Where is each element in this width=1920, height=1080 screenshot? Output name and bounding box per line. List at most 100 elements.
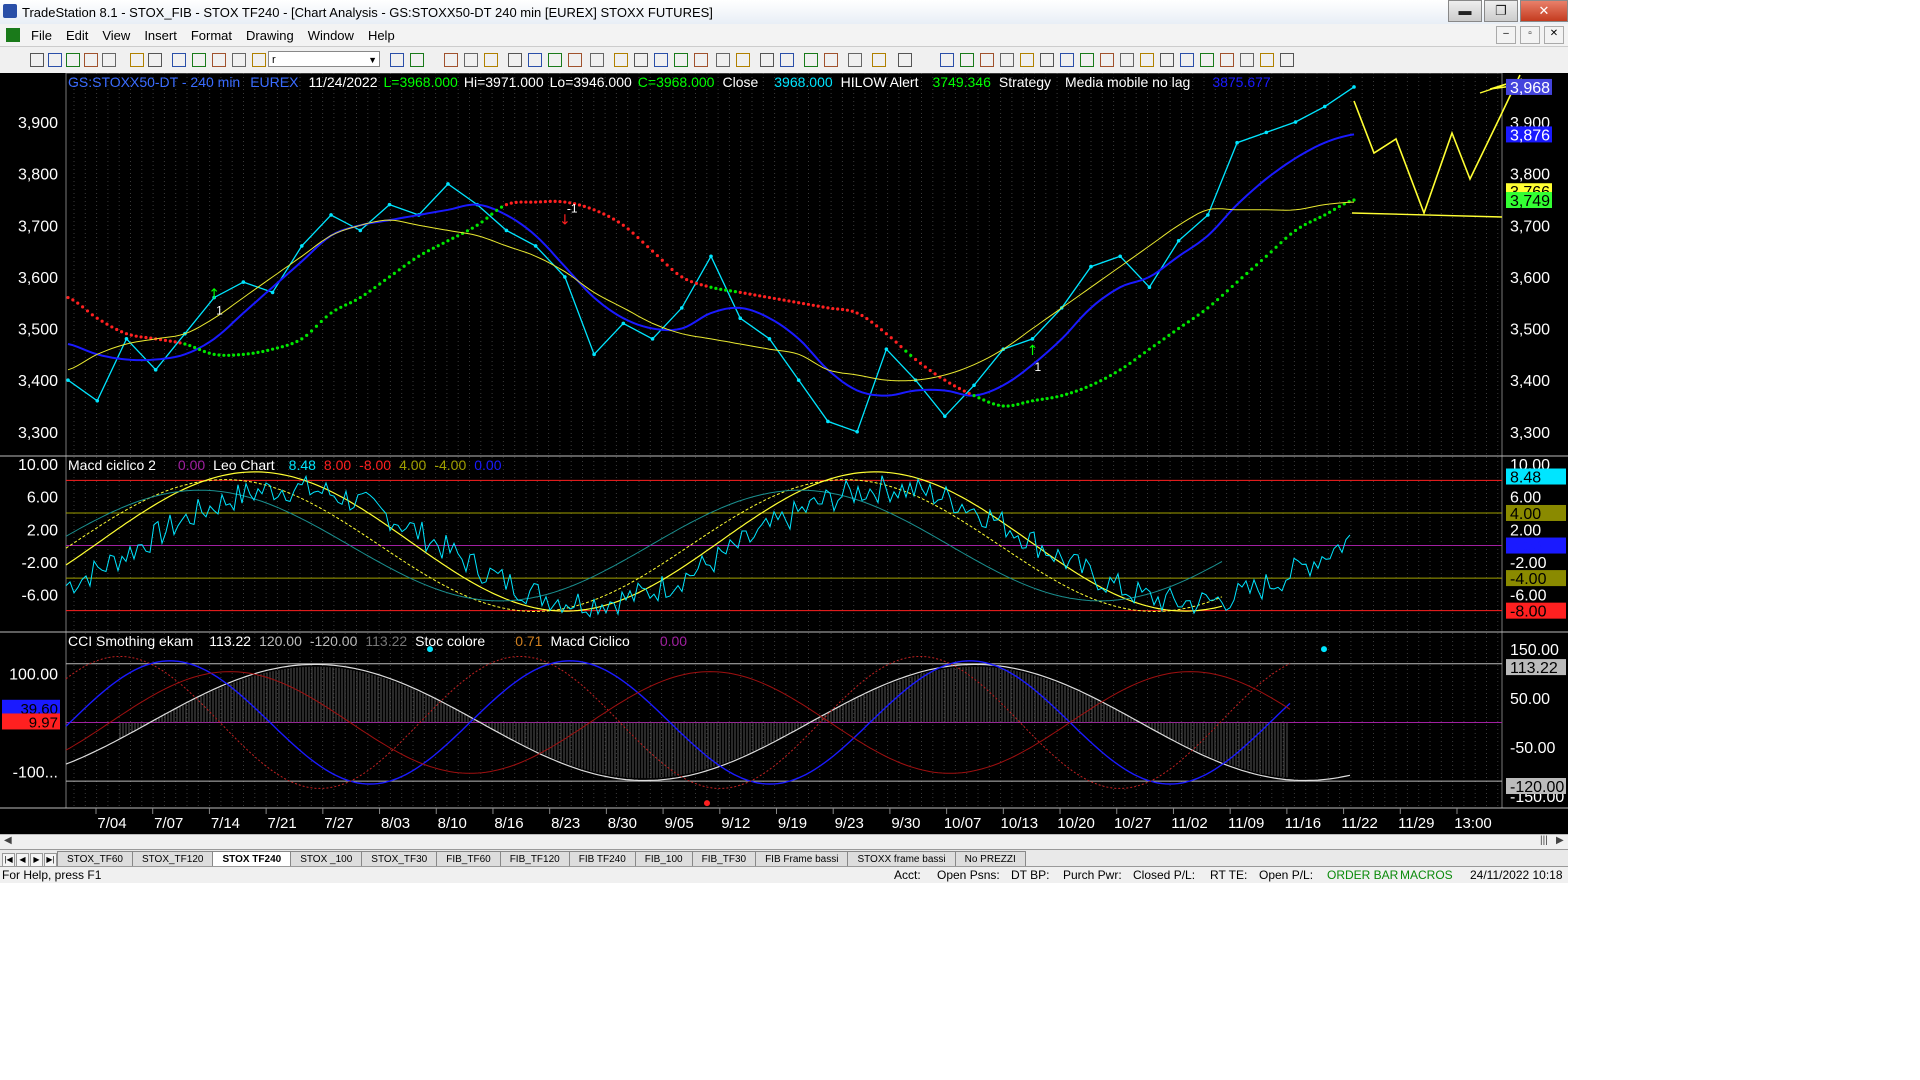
macd-tick-left: 10.00 [18, 457, 58, 474]
toolbar-tool-icon[interactable] [1180, 53, 1194, 67]
menu-format[interactable]: Format [184, 28, 239, 43]
toolbar-tool-icon[interactable] [1240, 53, 1254, 67]
toolbar-tool-icon[interactable] [824, 53, 838, 67]
toolbar-tool-icon[interactable] [736, 53, 750, 67]
hilow-dot [782, 298, 786, 302]
menu-edit[interactable]: Edit [59, 28, 95, 43]
maximize-button[interactable]: ❐ [1484, 0, 1518, 22]
menu-drawing[interactable]: Drawing [239, 28, 301, 43]
toolbar-tool-icon[interactable] [484, 53, 498, 67]
tab-fib-100[interactable]: FIB_100 [634, 851, 693, 867]
toolbar-tool-icon[interactable] [1260, 53, 1274, 67]
tab-fib-tf30[interactable]: FIB_TF30 [691, 851, 757, 867]
toolbar-tool-icon[interactable] [634, 53, 648, 67]
toolbar-tool-icon[interactable] [1080, 53, 1094, 67]
toolbar-tool-icon[interactable] [872, 53, 886, 67]
toolbar-tool-icon[interactable] [148, 53, 162, 67]
minimize-button[interactable]: ▬ [1448, 0, 1482, 22]
hilow-dot [1269, 250, 1273, 254]
tab-stox-tf60[interactable]: STOX_TF60 [57, 851, 133, 867]
chart-window-icon[interactable] [6, 28, 20, 42]
tab-stox-tf120[interactable]: STOX_TF120 [131, 851, 214, 867]
toolbar-tool-icon[interactable] [1120, 53, 1134, 67]
header-value: CCI Smothing ekam [68, 633, 193, 649]
tab-stox-tf30[interactable]: STOX_TF30 [361, 851, 438, 867]
tab-last-icon[interactable]: ▶| [44, 853, 57, 867]
toolbar-tool-icon[interactable] [172, 53, 186, 67]
hilow-dot [524, 200, 528, 204]
close-button[interactable]: ✕ [1520, 0, 1568, 22]
toolbar-tool-icon[interactable] [980, 53, 994, 67]
toolbar-tool-icon[interactable] [590, 53, 604, 67]
toolbar-tool-icon[interactable] [760, 53, 774, 67]
toolbar-tool-icon[interactable] [102, 53, 116, 67]
toolbar-tool-icon[interactable] [390, 53, 404, 67]
tab-fib-tf60[interactable]: FIB_TF60 [436, 851, 501, 867]
toolbar-tool-icon[interactable] [444, 53, 458, 67]
toolbar-tool-icon[interactable] [548, 53, 562, 67]
toolbar-tool-icon[interactable] [960, 53, 974, 67]
tab-fib-tf120[interactable]: FIB_TF120 [499, 851, 570, 867]
tab-fib-tf240[interactable]: FIB TF240 [568, 851, 636, 867]
toolbar-tool-icon[interactable] [654, 53, 668, 67]
menu-file[interactable]: File [24, 28, 59, 43]
scroll-left-icon[interactable]: ◀ [4, 835, 12, 846]
mdi-minimize-button[interactable]: – [1496, 26, 1516, 44]
toolbar-tool-icon[interactable] [1220, 53, 1234, 67]
symbol-input[interactable]: r ▼ [268, 51, 380, 67]
mdi-close-button[interactable]: ✕ [1544, 26, 1564, 44]
toolbar-tool-icon[interactable] [1020, 53, 1034, 67]
toolbar-tool-icon[interactable] [1100, 53, 1114, 67]
toolbar-tool-icon[interactable] [848, 53, 862, 67]
toolbar-tool-icon[interactable] [780, 53, 794, 67]
toolbar-tool-icon[interactable] [940, 53, 954, 67]
chevron-down-icon[interactable]: ▼ [368, 52, 377, 68]
hilow-dot [1138, 354, 1142, 358]
toolbar-tool-icon[interactable] [130, 53, 144, 67]
toolbar-tool-icon[interactable] [528, 53, 542, 67]
menu-insert[interactable]: Insert [137, 28, 184, 43]
toolbar-tool-icon[interactable] [252, 53, 266, 67]
toolbar-tool-icon[interactable] [568, 53, 582, 67]
toolbar-tool-icon[interactable] [674, 53, 688, 67]
toolbar-tool-icon[interactable] [1200, 53, 1214, 67]
scroll-thumb-icon[interactable]: ||| [1540, 835, 1548, 846]
menu-window[interactable]: Window [301, 28, 361, 43]
toolbar-tool-icon[interactable] [898, 53, 912, 67]
toolbar-tool-icon[interactable] [66, 53, 80, 67]
menu-help[interactable]: Help [361, 28, 402, 43]
toolbar-tool-icon[interactable] [1060, 53, 1074, 67]
toolbar-tool-icon[interactable] [508, 53, 522, 67]
toolbar-tool-icon[interactable] [192, 53, 206, 67]
tab-prev-icon[interactable]: ◀ [16, 853, 29, 867]
toolbar-tool-icon[interactable] [716, 53, 730, 67]
toolbar-tool-icon[interactable] [614, 53, 628, 67]
toolbar-tool-icon[interactable] [464, 53, 478, 67]
horizontal-scrollbar[interactable]: ◀ ||| ▶ [0, 834, 1568, 849]
menu-view[interactable]: View [95, 28, 137, 43]
tab-no-prezzi[interactable]: No PREZZI [954, 851, 1026, 867]
chart-analysis-area[interactable]: ↑1↓-1↑1 7/04 7/07 7/14 7/21 7/27 8/03 8/10 8/16… [0, 73, 1568, 834]
toolbar-tool-icon[interactable] [1040, 53, 1054, 67]
tab-stoxx-frame-bassi[interactable]: STOXX frame bassi [847, 851, 956, 867]
tab-stox-100[interactable]: STOX _100 [290, 851, 363, 867]
toolbar-tool-icon[interactable] [1000, 53, 1014, 67]
toolbar-tool-icon[interactable] [84, 53, 98, 67]
toolbar-tool-icon[interactable] [694, 53, 708, 67]
toolbar-tool-icon[interactable] [410, 53, 424, 67]
tab-next-icon[interactable]: ▶ [30, 853, 43, 867]
toolbar-tool-icon[interactable] [1280, 53, 1294, 67]
toolbar-tool-icon[interactable] [232, 53, 246, 67]
tab-first-icon[interactable]: |◀ [2, 853, 15, 867]
mdi-restore-button[interactable]: ▫ [1520, 26, 1540, 44]
toolbar-tool-icon[interactable] [30, 53, 44, 67]
tab-stox-tf240[interactable]: STOX TF240 [212, 851, 292, 867]
scroll-right-icon[interactable]: ▶ [1556, 835, 1564, 846]
toolbar-tool-icon[interactable] [1140, 53, 1154, 67]
close-point [621, 321, 626, 326]
toolbar-tool-icon[interactable] [1160, 53, 1174, 67]
tab-fib-frame-bassi[interactable]: FIB Frame bassi [755, 851, 849, 867]
toolbar-tool-icon[interactable] [212, 53, 226, 67]
toolbar-tool-icon[interactable] [48, 53, 62, 67]
toolbar-tool-icon[interactable] [804, 53, 818, 67]
